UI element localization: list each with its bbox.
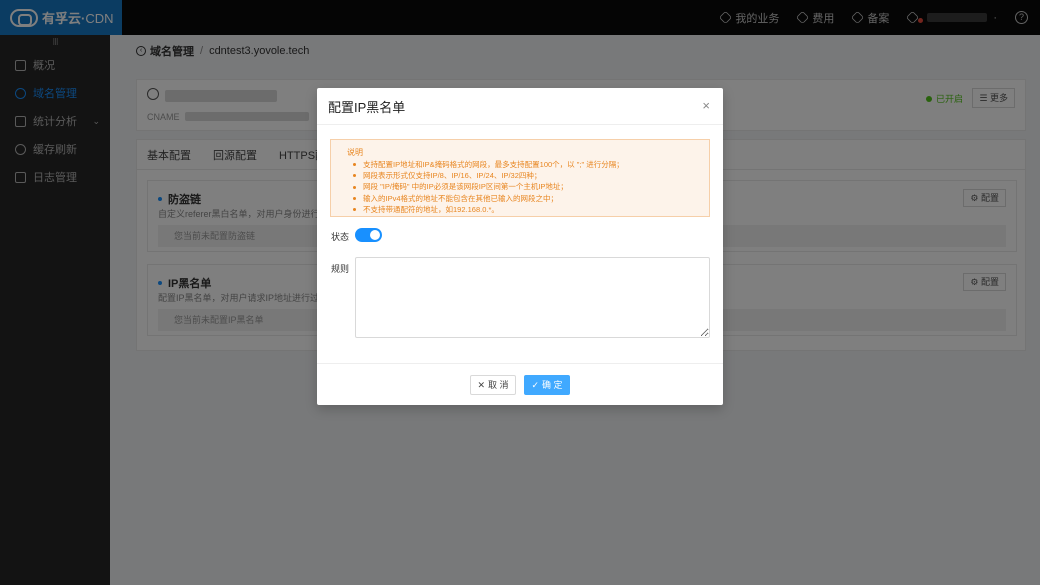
notice-item: 不支持带通配符的地址，如192.168.0.*。 <box>347 204 700 215</box>
status-toggle[interactable] <box>355 228 382 242</box>
rule-textarea[interactable] <box>355 257 710 338</box>
notice-item: 输入的IPv4格式的地址不能包含在其他已输入的网段之中； <box>347 193 700 204</box>
close-icon: ✕ <box>477 380 486 390</box>
notice-item: 网段 "IP/掩码" 中的IP必须是该网段IP区间第一个主机IP地址； <box>347 181 700 192</box>
status-label: 状态 <box>331 232 350 242</box>
dialog-footer: ✕ 取 消 ✓ 确 定 <box>317 363 723 405</box>
instructions-notice: 说明 支持配置IP地址和IP&掩码格式的网段，最多支持配置100个，以 ";" … <box>330 139 710 217</box>
dialog-title: 配置IP黑名单 <box>328 99 406 115</box>
toggle-knob <box>370 230 380 240</box>
cancel-button[interactable]: ✕ 取 消 <box>470 375 516 395</box>
rule-label: 规则 <box>331 264 350 274</box>
dialog-header: 配置IP黑名单 <box>317 88 723 125</box>
check-icon: ✓ <box>531 380 540 390</box>
confirm-button[interactable]: ✓ 确 定 <box>524 375 570 395</box>
ip-blacklist-dialog: 配置IP黑名单 × 说明 支持配置IP地址和IP&掩码格式的网段，最多支持配置1… <box>317 88 723 405</box>
close-icon[interactable]: × <box>702 99 710 112</box>
notice-item: 网段表示形式仅支持IP/8、IP/16、IP/24、IP/32四种； <box>347 170 700 181</box>
notice-title: 说明 <box>347 148 363 157</box>
notice-item: 支持配置IP地址和IP&掩码格式的网段，最多支持配置100个，以 ";" 进行分… <box>347 159 700 170</box>
